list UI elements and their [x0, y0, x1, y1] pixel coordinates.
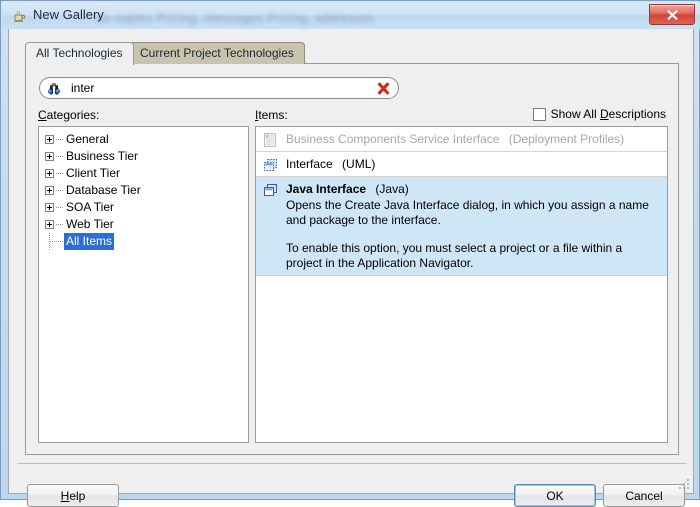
expand-plus-icon[interactable] — [45, 152, 54, 161]
java-interface-icon — [262, 182, 280, 198]
help-button[interactable]: Help — [27, 484, 119, 507]
list-item-description-2: To enable this option, you must select a… — [286, 241, 623, 270]
tab-all-technologies-label: All Technologies — [36, 46, 123, 60]
categories-pane: Categories: General Business Tier Client… — [38, 108, 249, 443]
cancel-button[interactable]: Cancel — [603, 484, 685, 507]
show-all-descriptions-label: Show All Descriptions — [550, 107, 666, 121]
search-input[interactable] — [62, 79, 376, 97]
dialog-body: All Technologies Current Project Technol… — [8, 29, 694, 507]
titlebar: un copies Pricing, messages Pricing, add… — [2, 2, 700, 29]
document-list-icon — [262, 132, 280, 148]
tree-item-business-tier[interactable]: Business Tier — [45, 148, 248, 165]
tree-item-web-tier[interactable]: Web Tier — [45, 216, 248, 233]
checkbox-box-icon[interactable] — [532, 107, 546, 121]
categories-label-rest: ategories: — [46, 108, 100, 122]
tab-current-project-technologies[interactable]: Current Project Technologies — [129, 42, 305, 64]
tree-item-client-tier[interactable]: Client Tier — [45, 165, 248, 182]
tree-item-label: General — [66, 132, 109, 146]
list-item-technology: (Deployment Profiles) — [508, 132, 625, 146]
items-header: Items: Show All Descriptions — [255, 107, 668, 126]
tree-item-label: Client Tier — [66, 166, 121, 180]
tree-item-label: Business Tier — [66, 149, 139, 163]
list-item-title-line: Java Interface (Java) — [286, 181, 661, 197]
search-box[interactable] — [39, 77, 399, 99]
list-item-title-line: Interface (UML) — [286, 156, 661, 172]
window-title: New Gallery — [33, 7, 104, 22]
items-label: Items: — [255, 108, 288, 122]
java-coffee-cup-icon — [11, 8, 27, 24]
binoculars-icon — [46, 82, 62, 95]
tree-connector — [56, 207, 63, 208]
help-button-label-rest: elp — [69, 488, 86, 503]
tab-current-project-technologies-label: Current Project Technologies — [140, 46, 294, 60]
close-button[interactable] — [649, 4, 695, 25]
list-item[interactable]: Interface (UML) — [256, 152, 667, 177]
background-ghost-text: un copies Pricing, messages Pricing, add… — [97, 11, 375, 25]
ok-button[interactable]: OK — [514, 484, 596, 507]
list-item-technology: (UML) — [342, 157, 376, 171]
tabstrip: All Technologies Current Project Technol… — [25, 42, 679, 65]
dialog-window: un copies Pricing, messages Pricing, add… — [0, 0, 700, 507]
tree-connector — [56, 139, 63, 140]
tree-item-database-tier[interactable]: Database Tier — [45, 182, 248, 199]
list-item-selected[interactable]: Java Interface (Java) Opens the Create J… — [256, 177, 667, 276]
tree-connector — [50, 241, 63, 242]
tree-item-label: Web Tier — [66, 217, 114, 231]
tree-item-all-items[interactable]: All Items — [45, 233, 248, 250]
items-listbox[interactable]: Business Components Service Interface (D… — [255, 126, 668, 443]
tree-connector — [56, 173, 63, 174]
resize-grip[interactable] — [678, 478, 690, 490]
tree-connector — [56, 190, 63, 191]
list-item-name: Business Components Service Interface — [286, 132, 500, 146]
tree-connector — [56, 224, 63, 225]
tree-item-general[interactable]: General — [45, 131, 248, 148]
expand-plus-icon[interactable] — [45, 135, 54, 144]
list-item-technology: (Java) — [375, 182, 409, 196]
list-item-title-line: Business Components Service Interface (D… — [286, 131, 661, 147]
tab-panel: Categories: General Business Tier — [25, 63, 679, 455]
list-item-name: Java Interface — [286, 182, 367, 196]
expand-plus-icon[interactable] — [45, 203, 54, 212]
items-label-rest: tems: — [258, 108, 288, 122]
expand-plus-icon[interactable] — [45, 220, 54, 229]
tree-item-label: All Items — [64, 233, 115, 250]
tree-connector — [56, 156, 63, 157]
tab-all-technologies[interactable]: All Technologies — [25, 42, 134, 65]
items-pane: Items: Show All Descriptions Business Co… — [255, 107, 668, 443]
tree-item-soa-tier[interactable]: SOA Tier — [45, 199, 248, 216]
expand-plus-icon[interactable] — [45, 169, 54, 178]
list-item[interactable]: Business Components Service Interface (D… — [256, 127, 667, 152]
clear-search-icon[interactable] — [376, 81, 391, 96]
categories-listbox[interactable]: General Business Tier Client Tier Databa… — [38, 126, 249, 443]
tree-item-label: Database Tier — [66, 183, 141, 197]
footer-divider — [17, 463, 687, 464]
close-icon — [667, 9, 677, 20]
show-all-descriptions-checkbox[interactable]: Show All Descriptions — [532, 107, 666, 121]
uml-interface-icon — [262, 157, 280, 173]
categories-label: Categories: — [38, 108, 100, 122]
expand-plus-icon[interactable] — [45, 186, 54, 195]
tree-item-label: SOA Tier — [66, 200, 115, 214]
categories-tree: General Business Tier Client Tier Databa… — [39, 127, 248, 250]
list-item-name: Interface — [286, 157, 333, 171]
list-item-description: Opens the Create Java Interface dialog, … — [286, 198, 649, 227]
